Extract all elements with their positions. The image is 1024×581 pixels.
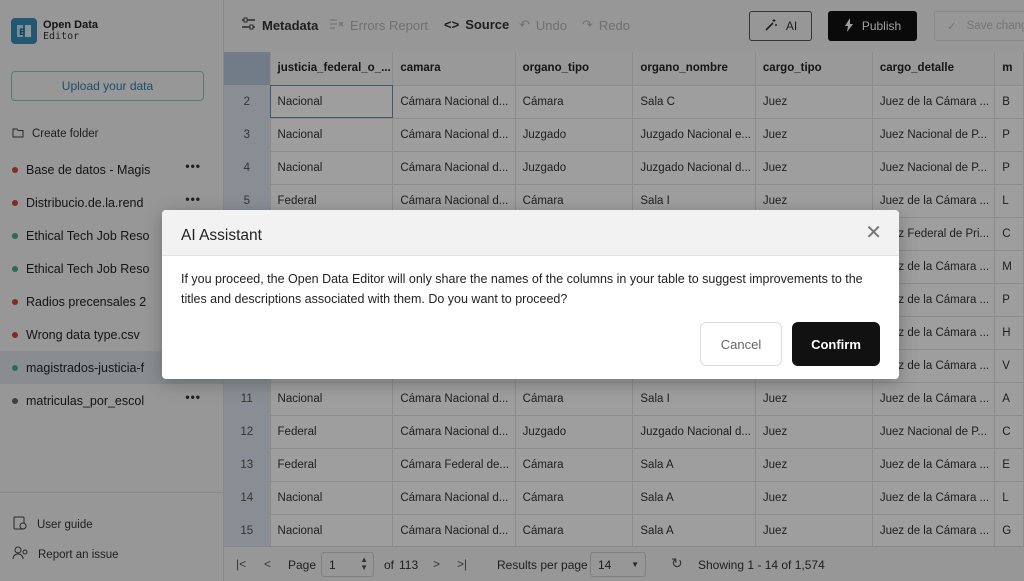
dialog-title: AI Assistant	[181, 227, 262, 244]
ai-assistant-dialog: AI Assistant ✕ If you proceed, the Open …	[162, 210, 899, 379]
confirm-button[interactable]: Confirm	[792, 322, 880, 366]
cancel-button[interactable]: Cancel	[700, 322, 782, 366]
close-icon[interactable]: ✕	[865, 223, 882, 243]
dialog-header: AI Assistant ✕	[162, 210, 899, 256]
dialog-message: If you proceed, the Open Data Editor wil…	[181, 272, 863, 306]
